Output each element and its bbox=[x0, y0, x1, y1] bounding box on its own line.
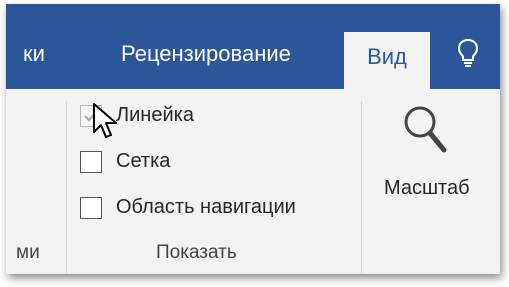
gridlines-label[interactable]: Сетка bbox=[116, 150, 170, 173]
ribbon-panel: Линейка Сетка Область навигации Показать… bbox=[6, 89, 500, 274]
word-ribbon-window: ки Рецензирование Вид Линейка Сетка Обла… bbox=[6, 4, 500, 274]
tab-view[interactable]: Вид bbox=[344, 32, 430, 89]
ruler-label[interactable]: Линейка bbox=[116, 104, 194, 127]
tab-partial[interactable]: ки bbox=[23, 34, 45, 74]
ribbon-tab-bar: ки Рецензирование Вид bbox=[6, 4, 500, 89]
gridlines-checkbox[interactable] bbox=[80, 151, 102, 173]
lightbulb-icon[interactable] bbox=[457, 38, 479, 68]
navigation-pane-label[interactable]: Область навигации bbox=[116, 196, 296, 219]
mouse-pointer-icon bbox=[93, 103, 117, 138]
tab-review[interactable]: Рецензирование bbox=[121, 34, 291, 74]
group-separator bbox=[361, 101, 362, 273]
magnifier-icon[interactable] bbox=[402, 104, 448, 156]
navigation-pane-checkbox[interactable] bbox=[80, 197, 102, 219]
group-separator bbox=[66, 101, 67, 273]
zoom-button-label[interactable]: Масштаб bbox=[384, 177, 470, 200]
partial-group-title: ми bbox=[16, 242, 40, 263]
show-group-title: Показать bbox=[156, 242, 237, 263]
